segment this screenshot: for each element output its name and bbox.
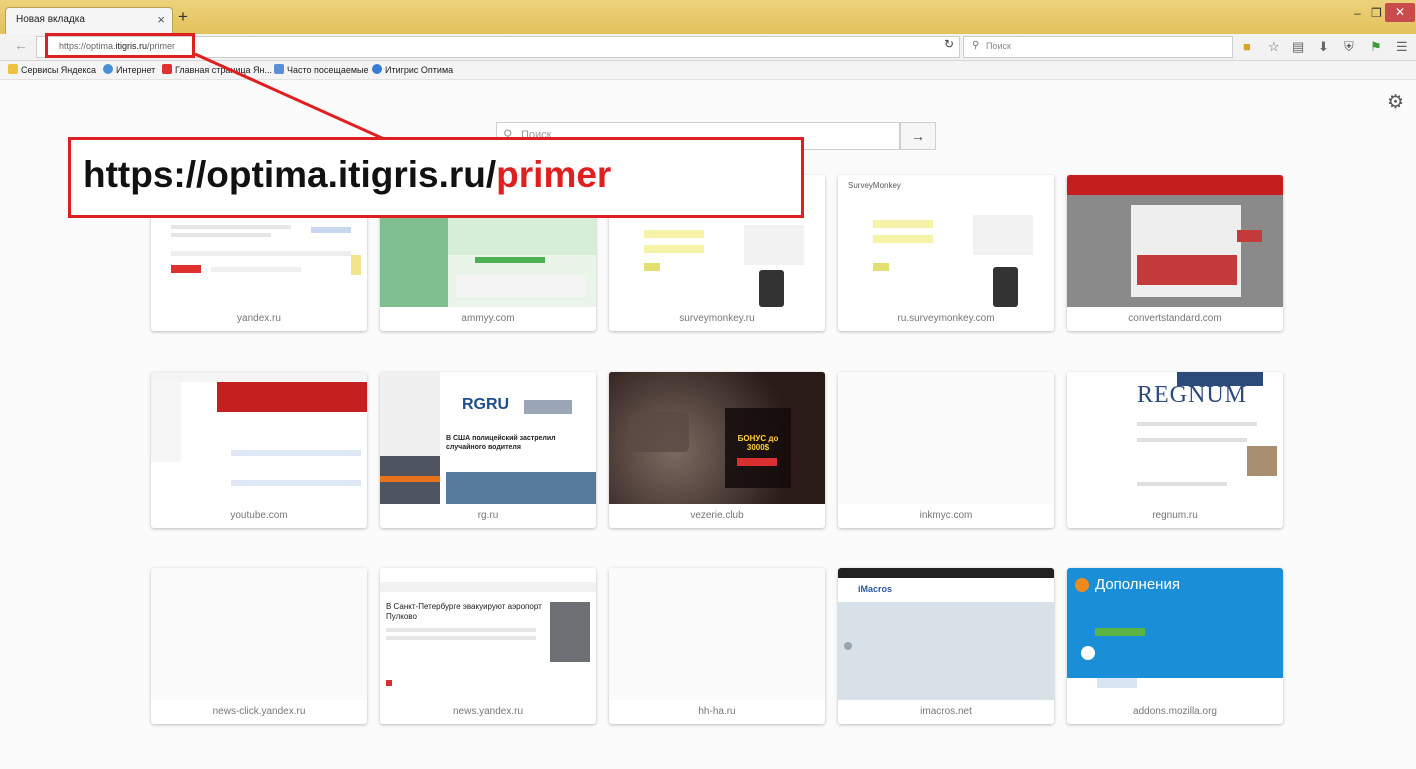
annotation-callout: https://optima.itigris.ru/primer xyxy=(68,137,804,218)
annotation-leader-line xyxy=(194,52,383,140)
annotation-url: https://optima.itigris.ru/primer xyxy=(83,154,612,195)
